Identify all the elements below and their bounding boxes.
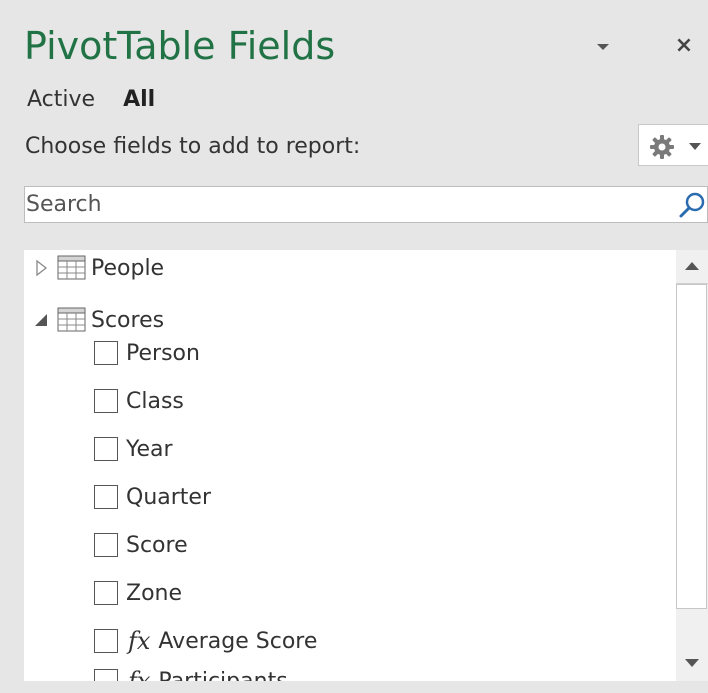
- field-label: Year: [126, 436, 173, 462]
- scroll-down-button[interactable]: [676, 647, 708, 681]
- field-row-zone[interactable]: Zone: [94, 578, 182, 608]
- close-pane-button[interactable]: ×: [672, 33, 696, 59]
- search-box: [24, 186, 708, 223]
- field-label: Participants: [158, 668, 288, 682]
- field-view-tabs: Active All: [27, 87, 155, 112]
- search-input[interactable]: [26, 188, 666, 221]
- tab-active[interactable]: Active: [27, 87, 95, 112]
- measure-fx-icon: fx: [128, 627, 151, 655]
- expand-arrow-icon[interactable]: [36, 259, 48, 277]
- arrow-up-icon: [685, 262, 699, 270]
- field-label: Average Score: [158, 628, 318, 654]
- field-label: Score: [126, 532, 188, 558]
- table-icon: [57, 255, 86, 280]
- gear-icon: [650, 135, 674, 159]
- field-checkbox[interactable]: [94, 629, 118, 653]
- table-name: Scores: [91, 307, 165, 333]
- field-label: Person: [126, 340, 200, 366]
- tab-all[interactable]: All: [123, 87, 155, 112]
- choose-fields-label: Choose fields to add to report:: [25, 134, 361, 159]
- field-checkbox[interactable]: [94, 669, 118, 681]
- table-icon: [57, 307, 86, 332]
- arrow-down-icon: [685, 659, 699, 667]
- field-label: Zone: [126, 580, 183, 606]
- scroll-up-button[interactable]: [676, 250, 708, 284]
- measure-fx-icon: fx: [128, 667, 151, 681]
- field-row-participants[interactable]: fx Participants: [94, 666, 288, 681]
- field-row-year[interactable]: Year: [94, 434, 173, 464]
- field-list-scrollbar[interactable]: [676, 250, 708, 681]
- pane-title: PivotTable Fields: [24, 24, 336, 68]
- field-label: Quarter: [126, 484, 211, 510]
- field-row-score[interactable]: Score: [94, 530, 188, 560]
- field-row-class[interactable]: Class: [94, 386, 184, 416]
- field-checkbox[interactable]: [94, 437, 118, 461]
- table-row-people[interactable]: People: [36, 253, 164, 283]
- field-row-person[interactable]: Person: [94, 338, 200, 368]
- search-icon[interactable]: [677, 191, 707, 219]
- pivottable-fields-pane: PivotTable Fields × Active All Choose fi…: [0, 0, 708, 693]
- field-list: People Scores Person Class Year Quarter …: [24, 250, 708, 681]
- field-row-average-score[interactable]: fx Average Score: [94, 626, 317, 656]
- field-checkbox[interactable]: [94, 581, 118, 605]
- field-checkbox[interactable]: [94, 389, 118, 413]
- collapse-arrow-icon[interactable]: [34, 313, 48, 327]
- table-row-scores[interactable]: Scores: [34, 305, 164, 335]
- tools-button[interactable]: [638, 124, 708, 166]
- field-row-quarter[interactable]: Quarter: [94, 482, 211, 512]
- field-checkbox[interactable]: [94, 533, 118, 557]
- scroll-thumb[interactable]: [676, 284, 707, 609]
- table-name: People: [91, 255, 165, 281]
- chevron-down-icon: [597, 44, 609, 50]
- pane-options-dropdown[interactable]: [592, 38, 614, 56]
- field-checkbox[interactable]: [94, 485, 118, 509]
- field-label: Class: [126, 388, 184, 414]
- chevron-down-icon: [689, 143, 701, 150]
- field-checkbox[interactable]: [94, 341, 118, 365]
